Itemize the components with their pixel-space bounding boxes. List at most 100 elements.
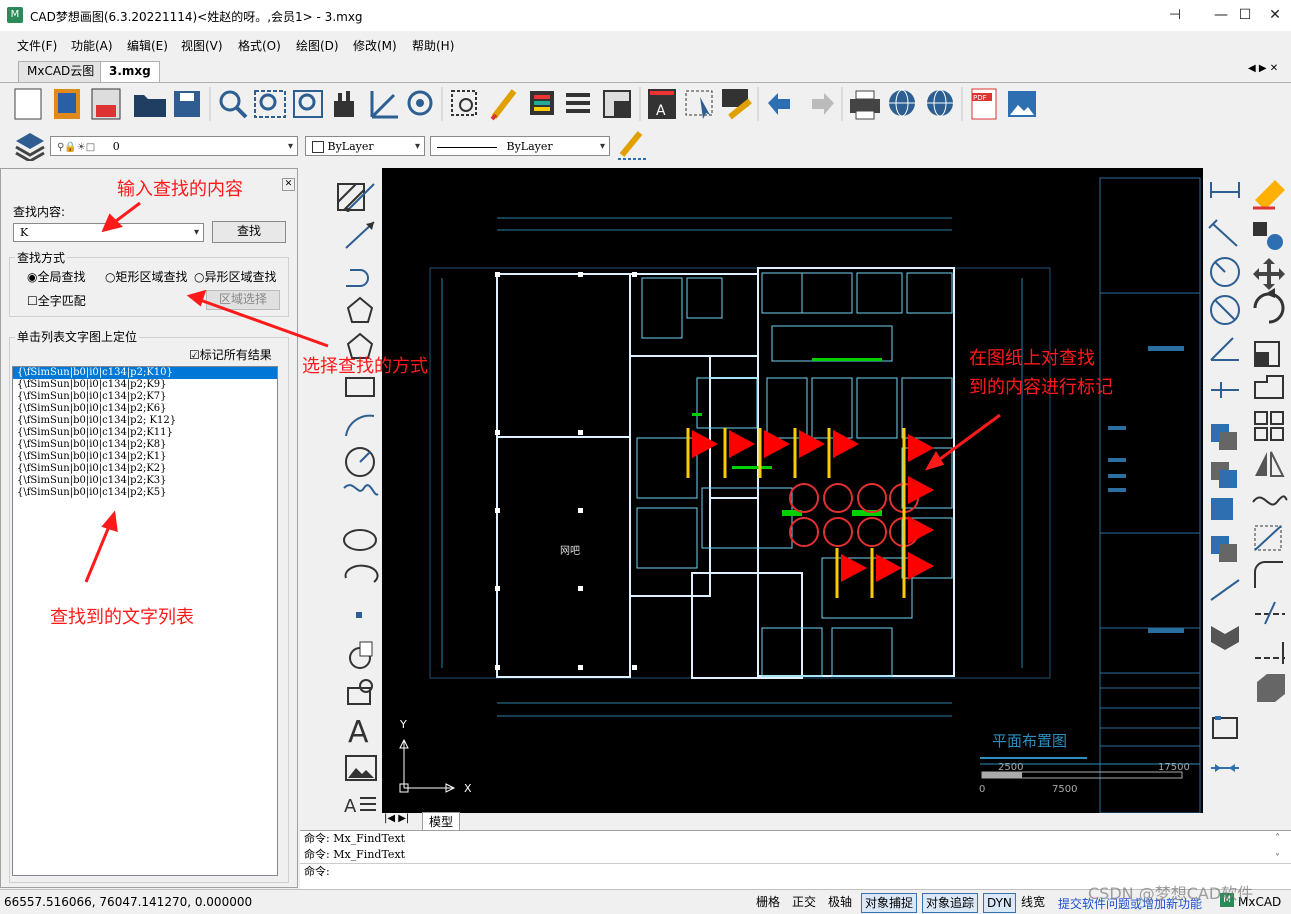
scale-icon	[1254, 341, 1280, 367]
extend-icon	[1255, 642, 1285, 664]
toggle-lineweight[interactable]: 线宽	[1018, 893, 1048, 911]
rectangle-icon	[345, 377, 375, 397]
select-area-icon	[451, 90, 477, 116]
result-marker	[870, 548, 902, 598]
scroll-down-icon[interactable]: ˅	[1275, 853, 1280, 864]
list-item[interactable]: {\fSimSun|b0|i0|c134|p2;K11}	[13, 427, 277, 439]
stretch-icon	[1254, 375, 1284, 399]
menu-file[interactable]: 文件(F)	[17, 37, 57, 54]
radio-polygon-find[interactable]: ○异形区域查找	[194, 268, 277, 285]
line-icon	[346, 183, 375, 212]
menu-format[interactable]: 格式(O)	[238, 37, 281, 54]
zoom-extents-icon	[293, 90, 323, 118]
toggle-dyn[interactable]: DYN	[983, 893, 1016, 913]
radio-global-find[interactable]: ◉全局查找	[27, 268, 86, 285]
menu-edit[interactable]: 编辑(E)	[127, 37, 168, 54]
tab-navigation[interactable]: ◀ ▶ ✕	[1248, 63, 1278, 74]
command-history-line: 命令: Mx_FindText	[304, 832, 406, 845]
list-item[interactable]: {\fSimSun|b0|i0|c134|p2;K10}	[13, 367, 277, 379]
list-item[interactable]: {\fSimSun|b0|i0|c134|p2;K8}	[13, 439, 277, 451]
insert-block-icon	[349, 641, 373, 669]
region-select-button[interactable]: 区域选择	[206, 290, 280, 310]
explode-icon	[1211, 626, 1239, 650]
pin-icon[interactable]: ⊣	[1152, 0, 1198, 31]
svg-text:A: A	[656, 103, 666, 119]
menu-draw[interactable]: 绘图(D)	[296, 37, 339, 54]
color-select[interactable]: ByLayer ▾	[305, 136, 425, 156]
close-icon[interactable]: ✕	[1252, 0, 1291, 31]
undo-icon	[768, 93, 790, 115]
layer-toolbar: ⚲🔒☀□ 0 ▾ ByLayer ▾ ByLayer ▾	[0, 127, 1291, 165]
linear-dimension-icon	[1210, 182, 1240, 198]
menu-function[interactable]: 功能(A)	[71, 37, 113, 54]
toggle-object-track[interactable]: 对象追踪	[922, 893, 979, 913]
list-item[interactable]: {\fSimSun|b0|i0|c134|p2;K3}	[13, 475, 277, 487]
command-input[interactable]: 命令:	[300, 863, 1291, 880]
radius-dimension-icon	[1210, 257, 1240, 287]
ucs-icon	[399, 738, 456, 793]
radio-unchecked-icon: ○	[194, 270, 205, 284]
copy-icon	[1211, 424, 1237, 450]
find-mode-label: 查找方式	[15, 249, 68, 266]
search-input[interactable]: K ▾	[13, 223, 204, 242]
tab-mxcad-cloud[interactable]: MxCAD云图	[18, 61, 104, 82]
web-publish-icon	[889, 89, 915, 117]
ray-icon	[345, 221, 375, 249]
image-export-icon	[1008, 91, 1036, 117]
list-item[interactable]: {\fSimSun|b0|i0|c134|p2; K12}	[13, 415, 277, 427]
pan-hand-icon	[334, 91, 354, 117]
polyline-arc-icon	[346, 269, 369, 287]
open-template-icon	[54, 89, 80, 119]
chevron-down-icon: ▾	[287, 141, 293, 152]
ucs-axis-icon	[370, 91, 398, 119]
edit-pencil-icon	[490, 89, 517, 121]
toggle-polar[interactable]: 极轴	[825, 893, 855, 911]
layout-nav-arrows[interactable]: |◀ ▶|	[384, 813, 409, 824]
locate-group-label: 单击列表文字图上定位	[15, 328, 140, 345]
coordinates: 66557.516066, 76047.141270, 0.000000	[4, 895, 253, 909]
panel-close-icon[interactable]: ✕	[282, 178, 295, 191]
layer-match-pencil-icon[interactable]	[616, 129, 648, 161]
list-item[interactable]: {\fSimSun|b0|i0|c134|p2;K7}	[13, 391, 277, 403]
list-item[interactable]: {\fSimSun|b0|i0|c134|p2;K9}	[13, 379, 277, 391]
color-swatch-icon	[312, 141, 324, 153]
list-icon	[566, 93, 590, 113]
lengthen-icon	[1255, 601, 1285, 625]
find-content-label: 查找内容:	[13, 205, 66, 219]
mark-all-checkbox[interactable]: ☑标记所有结果	[189, 346, 272, 363]
layer-manager-icon[interactable]	[14, 129, 46, 161]
ellipse-icon	[343, 529, 377, 551]
toggle-object-snap[interactable]: 对象捕捉	[861, 893, 918, 913]
find-button[interactable]: 查找	[212, 221, 286, 243]
menu-view[interactable]: 视图(V)	[181, 37, 223, 54]
list-item[interactable]: {\fSimSun|b0|i0|c134|p2;K5}	[13, 487, 277, 499]
list-item[interactable]: {\fSimSun|b0|i0|c134|p2;K2}	[13, 463, 277, 475]
circle-icon	[345, 447, 375, 477]
tab-model[interactable]: 模型	[422, 812, 461, 831]
fillet-icon	[1254, 561, 1283, 588]
point-icon	[356, 612, 362, 618]
trim-arrows-icon	[1211, 764, 1239, 772]
radio-rect-find[interactable]: ○矩形区域查找	[105, 268, 188, 285]
scroll-up-icon[interactable]: ˄	[1275, 833, 1280, 844]
mirror-copy-icon	[1211, 462, 1237, 488]
tab-3-mxg[interactable]: 3.mxg	[100, 61, 160, 82]
list-item[interactable]: {\fSimSun|b0|i0|c134|p2;K6}	[13, 403, 277, 415]
drawing-canvas[interactable]: 网吧 平面布置图 2500 17500 0 7500 Y X	[382, 168, 1203, 814]
erase-icon	[1253, 180, 1285, 210]
layer-select[interactable]: ⚲🔒☀□ 0 ▾	[50, 136, 298, 156]
list-item[interactable]: {\fSimSun|b0|i0|c134|p2;K1}	[13, 451, 277, 463]
whole-word-checkbox[interactable]: ☐全字匹配	[27, 292, 86, 309]
select-cursor-icon	[685, 90, 713, 119]
menu-modify[interactable]: 修改(M)	[353, 37, 397, 54]
scale-label: 2500	[998, 762, 1023, 773]
svg-text:A: A	[344, 796, 357, 817]
linetype-select[interactable]: ByLayer ▾	[430, 136, 610, 156]
match-properties-icon	[722, 89, 752, 120]
result-marker	[793, 428, 825, 478]
standard-toolbar: A PDF	[0, 83, 1040, 125]
scale-label: 17500	[1158, 762, 1190, 773]
toggle-grid[interactable]: 栅格	[753, 893, 783, 911]
menu-help[interactable]: 帮助(H)	[412, 37, 454, 54]
toggle-ortho[interactable]: 正交	[789, 893, 819, 911]
